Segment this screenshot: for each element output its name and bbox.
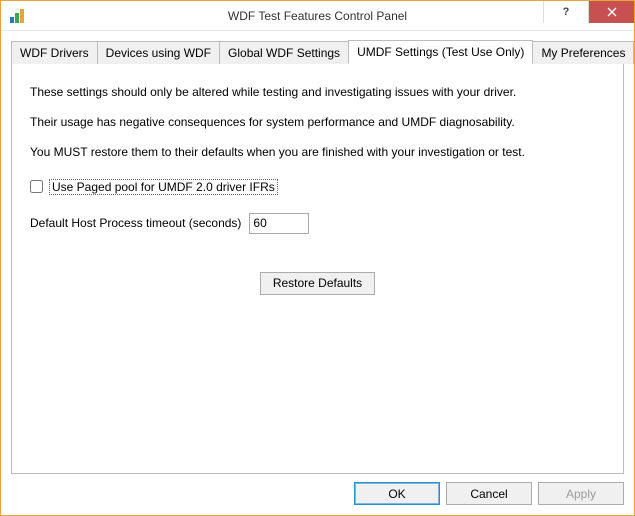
titlebar: WDF Test Features Control Panel ?: [1, 1, 634, 31]
window-controls: ?: [543, 1, 634, 30]
paged-pool-label[interactable]: Use Paged pool for UMDF 2.0 driver IFRs: [49, 179, 278, 195]
timeout-input[interactable]: [249, 213, 309, 234]
warning-text-3: You MUST restore them to their defaults …: [30, 144, 605, 160]
help-button[interactable]: ?: [543, 1, 588, 23]
timeout-label: Default Host Process timeout (seconds): [30, 216, 241, 230]
dialog-buttons: OK Cancel Apply: [11, 474, 624, 505]
tab-umdf-settings[interactable]: UMDF Settings (Test Use Only): [348, 40, 533, 64]
ok-button[interactable]: OK: [354, 482, 440, 505]
window-title: WDF Test Features Control Panel: [1, 9, 634, 23]
cancel-button[interactable]: Cancel: [446, 482, 532, 505]
restore-defaults-button[interactable]: Restore Defaults: [260, 272, 375, 295]
client-area: WDF Drivers Devices using WDF Global WDF…: [1, 31, 634, 515]
paged-pool-row: Use Paged pool for UMDF 2.0 driver IFRs: [30, 179, 605, 195]
warning-text-2: Their usage has negative consequences fo…: [30, 114, 605, 130]
tab-devices-using-wdf[interactable]: Devices using WDF: [97, 41, 220, 64]
paged-pool-checkbox[interactable]: [30, 180, 43, 193]
warning-text-1: These settings should only be altered wh…: [30, 84, 605, 100]
tabstrip: WDF Drivers Devices using WDF Global WDF…: [11, 39, 624, 63]
restore-row: Restore Defaults: [30, 272, 605, 295]
apply-button[interactable]: Apply: [538, 482, 624, 505]
close-button[interactable]: [588, 1, 634, 23]
tab-wdf-drivers[interactable]: WDF Drivers: [11, 41, 98, 64]
tab-my-preferences[interactable]: My Preferences: [532, 41, 634, 64]
app-icon: [9, 8, 25, 24]
tab-panel-umdf-settings: These settings should only be altered wh…: [11, 63, 624, 474]
tab-global-wdf-settings[interactable]: Global WDF Settings: [219, 41, 349, 64]
timeout-row: Default Host Process timeout (seconds): [30, 213, 605, 234]
